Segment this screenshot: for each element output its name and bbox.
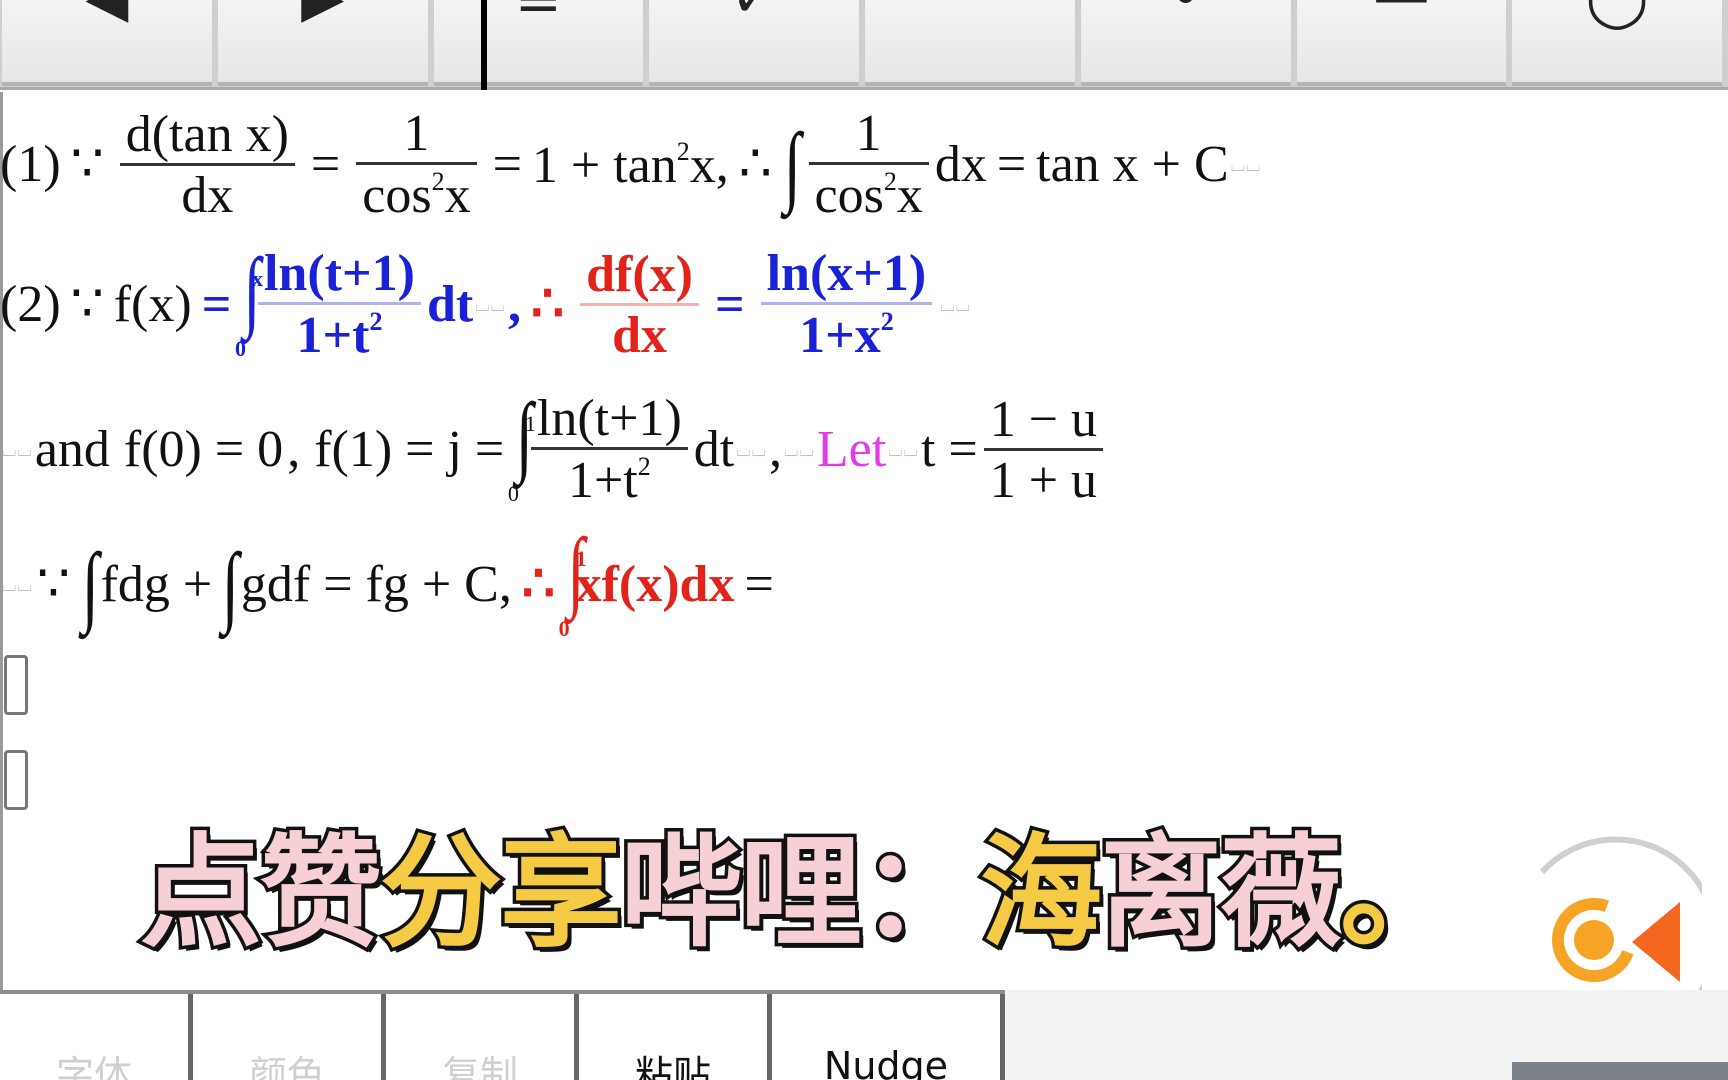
toolbar-button-minus[interactable]: —	[1296, 0, 1507, 86]
definite-integral: ∫10	[558, 521, 587, 641]
video-caption: 点赞 分享 哔哩： 海 离薇 。	[137, 822, 1466, 964]
paste-button[interactable]: 粘贴	[579, 994, 772, 1080]
equation-label: (2)	[0, 276, 61, 333]
copy-button[interactable]: 复制	[386, 994, 579, 1080]
integral-sign: ∫	[515, 386, 534, 485]
dot-icon: •	[1169, 0, 1202, 26]
color-button[interactable]: 颜色	[193, 994, 386, 1080]
fraction-dtanx-dx: d(tan x) dx	[119, 108, 295, 222]
toolbar-cursor-divider	[481, 0, 487, 90]
circle-icon: ◯	[1586, 0, 1649, 26]
integral-sign: ∫	[81, 535, 99, 635]
integral-sign: ∫	[566, 521, 584, 620]
nudge-button[interactable]: Nudge	[772, 994, 1005, 1080]
placeholder-dots: ⌴⌴	[1230, 155, 1262, 175]
font-button[interactable]: 字体	[0, 994, 193, 1080]
minus-icon: —	[1373, 0, 1429, 26]
toolbar-button-dot[interactable]: •	[1080, 0, 1291, 86]
toolbar-button-list[interactable]: ≡	[433, 0, 644, 86]
list-icon: ≡	[515, 0, 562, 26]
equation-label: (1)	[0, 136, 61, 193]
therefore-symbol: ∴	[738, 136, 772, 193]
math-line-1[interactable]: (1) ∵ d(tan x) dx = 1 cos2x = 1 + tan2x ,…	[0, 100, 1264, 230]
therefore-symbol: ∴	[521, 556, 555, 613]
because-symbol: ∵	[70, 136, 104, 193]
math-line-4[interactable]: ⌴⌴ ∵ ∫ fdg + ∫ gdf = fg + C , ∴ ∫10 xf(x…	[0, 525, 784, 645]
fraction-1-over-cos2x: 1 cos2x	[356, 108, 477, 222]
toolbar-button-circle[interactable]: ◯	[1512, 0, 1722, 86]
arrow-left-icon: ◀	[85, 0, 128, 26]
math-line-3[interactable]: ⌴⌴ and f(0) = 0 , f(1) = j = ∫10 ln(t+1)…	[0, 385, 1109, 515]
identity-rhs: 1 + tan2x	[531, 136, 716, 194]
arrow-right-icon: ▶	[301, 0, 344, 26]
empty-line-placeholder[interactable]	[4, 655, 28, 715]
math-line-2[interactable]: (2) ∵ f(x) = ∫x0 ln(t+1) 1+t2 dt ⌴⌴ , ∴ …	[0, 240, 973, 370]
fraction-integrand: ln(t+1) 1+t2	[257, 248, 421, 362]
because-symbol: ∵	[36, 556, 70, 613]
empty-line-placeholder[interactable]	[4, 750, 28, 810]
integral-result: tan x + C	[1036, 136, 1229, 193]
bottom-action-bar: 字体 颜色 复制 粘贴 Nudge	[0, 990, 1005, 1080]
fraction-result: ln(x+1) 1+x2	[760, 248, 933, 362]
integrand: xf(x)dx	[575, 556, 735, 613]
integral-sign: ∫	[221, 535, 240, 635]
fraction-substitution: 1 − u1 + u	[983, 393, 1104, 507]
therefore-symbol: ∴	[531, 276, 565, 333]
fraction-integrand: 1 cos2x	[808, 108, 929, 222]
integral-sign: ∫	[783, 115, 801, 215]
colon-dots-icon: ¨	[956, 0, 984, 26]
toolbar-button-check[interactable]: ✓	[649, 0, 859, 86]
definite-integral: ∫x0	[234, 241, 263, 361]
fraction-integrand: ln(t+1) 1+t2	[530, 393, 688, 507]
fraction-derivative: df(x) dx	[580, 248, 699, 362]
toolbar-button-back[interactable]: ◀	[2, 0, 212, 86]
because-symbol: ∵	[70, 276, 104, 333]
integral-sign: ∫	[243, 241, 261, 340]
toolbar-button-forward[interactable]: ▶	[217, 0, 428, 86]
status-indicator-block	[1512, 1062, 1728, 1080]
toolbar-button-dots[interactable]: ¨	[865, 0, 1075, 86]
let-text: Let	[816, 421, 887, 478]
definite-integral: ∫10	[507, 386, 536, 506]
and-text: and	[34, 421, 110, 478]
top-toolbar: ◀ ▶ ≡ ✓ ¨ • — ◯	[0, 0, 1728, 90]
check-icon: ✓	[731, 0, 778, 26]
